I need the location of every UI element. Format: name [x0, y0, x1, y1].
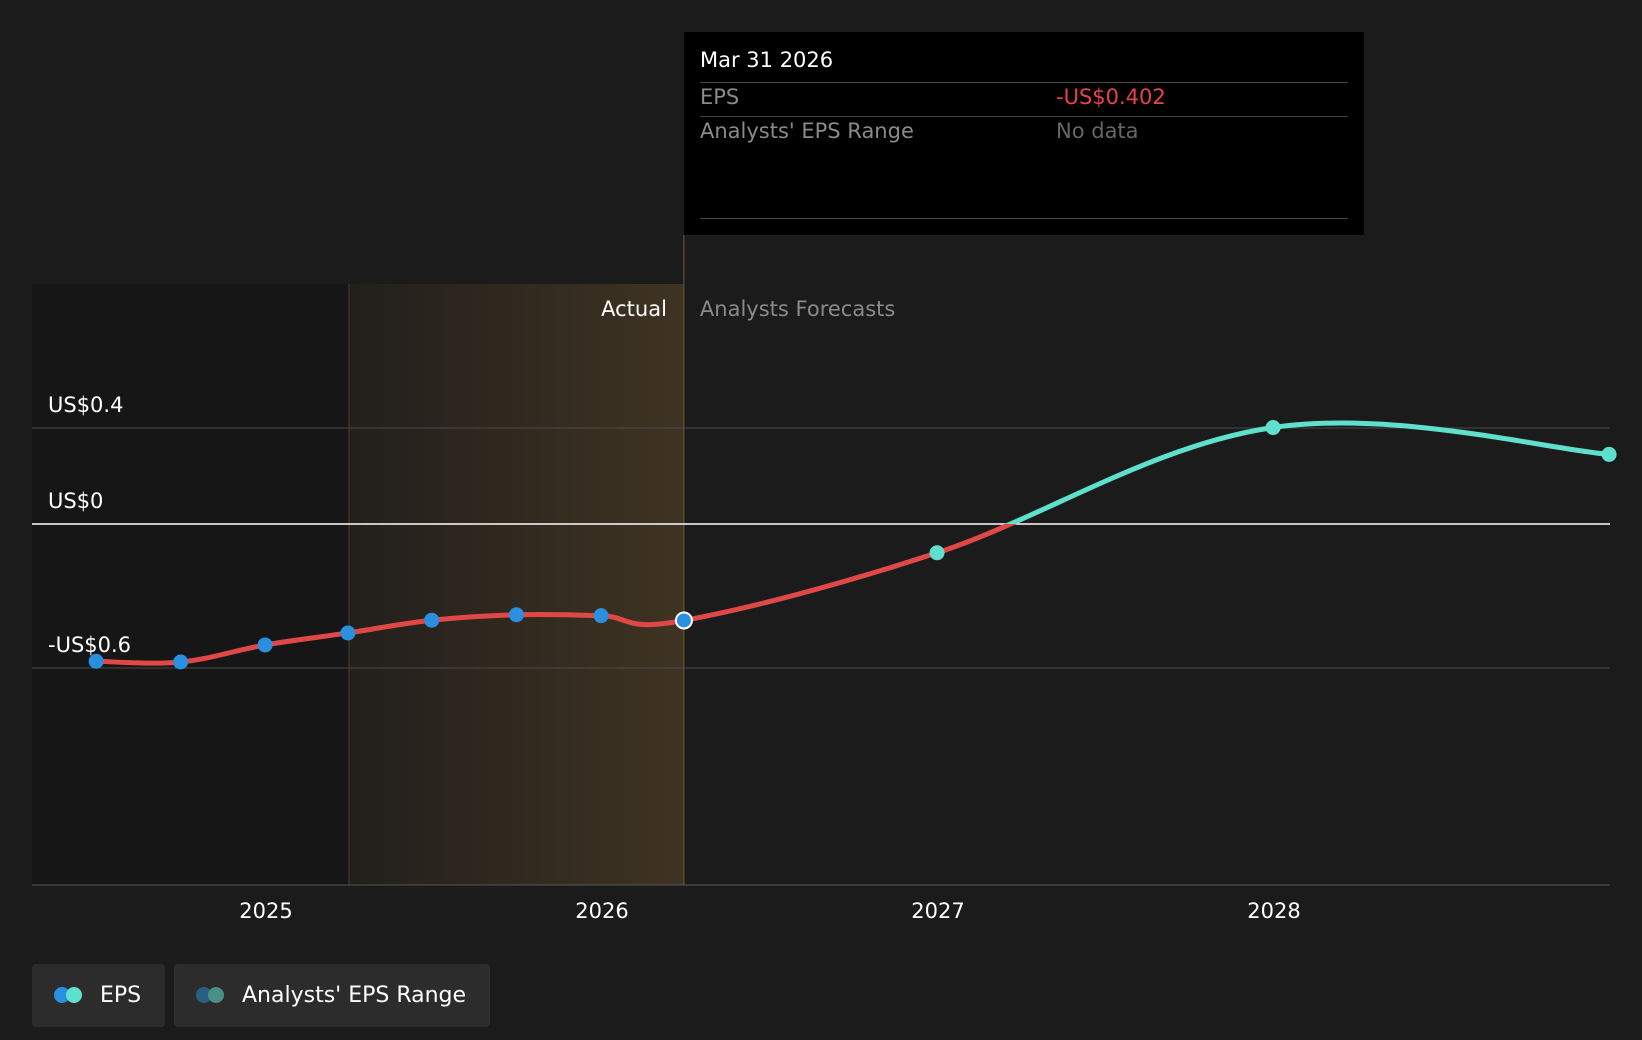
tooltip-range-value: No data: [1056, 119, 1139, 143]
y-tick-label: US$0: [48, 489, 103, 513]
eps-point: [340, 625, 356, 641]
x-tick-label: 2028: [1247, 899, 1300, 923]
legend-item-eps-range[interactable]: Analysts' EPS Range: [174, 964, 490, 1027]
eps-point: [593, 608, 609, 624]
forecast-point: [1265, 420, 1281, 436]
eps-forecast-swatch-icon: [66, 987, 82, 1003]
forecast-point: [1601, 446, 1617, 462]
tooltip-divider: [700, 218, 1348, 219]
past-background: [32, 284, 349, 885]
range-high-swatch-icon: [208, 987, 224, 1003]
tooltip-date: Mar 31 2026: [700, 48, 834, 72]
forecast-point: [929, 545, 945, 561]
eps-point: [424, 612, 440, 628]
eps-point: [257, 637, 273, 653]
actual-region-label: Actual: [601, 297, 667, 321]
tooltip-divider: [700, 82, 1348, 83]
actual-period-highlight: [349, 284, 684, 885]
x-tick-label: 2025: [239, 899, 292, 923]
eps-point-selected: [674, 611, 693, 630]
x-tick-label: 2027: [911, 899, 964, 923]
y-tick-label: -US$0.6: [48, 633, 131, 657]
legend-label-eps: EPS: [100, 983, 142, 1008]
legend-item-eps[interactable]: EPS: [32, 964, 165, 1027]
tooltip: Mar 31 2026 EPS -US$0.402 Analysts' EPS …: [684, 32, 1364, 235]
forecast-region-label: Analysts Forecasts: [700, 297, 895, 321]
legend-label-eps-range: Analysts' EPS Range: [242, 983, 467, 1008]
eps-point: [508, 607, 524, 623]
tooltip-eps-label: EPS: [700, 85, 740, 109]
y-tick-label: US$0.4: [48, 393, 123, 417]
tooltip-divider: [700, 116, 1348, 117]
eps-point: [173, 654, 189, 670]
eps-point: [88, 653, 104, 669]
tooltip-range-label: Analysts' EPS Range: [700, 119, 914, 143]
tooltip-eps-value: -US$0.402: [1056, 85, 1166, 109]
x-tick-label: 2026: [575, 899, 628, 923]
